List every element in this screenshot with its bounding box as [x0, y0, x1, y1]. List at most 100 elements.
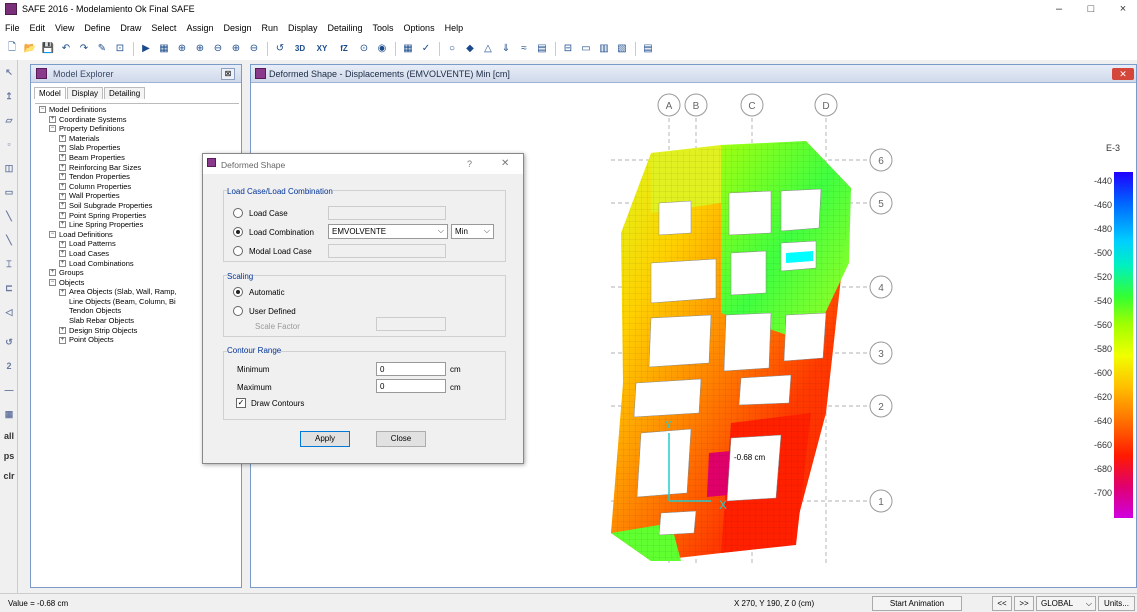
table2-icon[interactable]: ▤	[640, 40, 656, 57]
zoom-window-icon[interactable]: ⊕	[228, 40, 244, 57]
expand-icon[interactable]: +	[59, 202, 66, 210]
collapse-icon[interactable]: −	[49, 125, 56, 133]
automatic-radio[interactable]	[233, 287, 243, 297]
minimum-input[interactable]: 0	[376, 362, 446, 376]
view-3d-button[interactable]: 3D	[290, 40, 310, 57]
collapse-icon[interactable]: −	[49, 231, 56, 239]
coordinate-system-select[interactable]: GLOBAL ⌵	[1036, 596, 1096, 611]
expand-icon[interactable]: +	[49, 269, 56, 277]
triangle-icon[interactable]: △	[480, 40, 496, 57]
view-xy-button[interactable]: XY	[312, 40, 332, 57]
pin-icon[interactable]: ↥	[0, 84, 18, 108]
chart-icon[interactable]: ▥	[596, 40, 612, 57]
next-button[interactable]: >>	[1014, 596, 1034, 611]
apply-button[interactable]: Apply	[300, 431, 350, 447]
new-file-icon[interactable]: 🗋	[4, 40, 20, 57]
diag-icon[interactable]: ╲	[0, 228, 18, 252]
menu-assign[interactable]: Assign	[181, 19, 218, 37]
chart2-icon[interactable]: ▧	[614, 40, 630, 57]
tree-node[interactable]: + Materials	[35, 134, 239, 144]
refresh-icon[interactable]: ↺	[0, 330, 18, 354]
dash-icon[interactable]: —	[0, 378, 18, 402]
node-icon[interactable]: ◫	[0, 156, 18, 180]
tab-detailing[interactable]: Detailing	[104, 87, 146, 99]
zoom-prev-icon[interactable]: ⊖	[246, 40, 262, 57]
display-close-button[interactable]: ✕	[1112, 68, 1134, 80]
expand-icon[interactable]: +	[59, 250, 66, 258]
tree-node[interactable]: + Coordinate Systems	[35, 115, 239, 125]
view-fz-button[interactable]: fZ	[334, 40, 354, 57]
sheet-icon[interactable]: ▭	[0, 180, 18, 204]
tab-model[interactable]: Model	[34, 87, 66, 99]
zoom-out-icon[interactable]: ⊖	[210, 40, 226, 57]
stiff-icon[interactable]: ≈	[516, 40, 532, 57]
select-ps-button[interactable]: ps	[0, 446, 18, 466]
expand-icon[interactable]: +	[59, 154, 66, 162]
menu-define[interactable]: Define	[79, 19, 115, 37]
min-max-select[interactable]: Min ⌵	[451, 224, 494, 239]
redo-icon[interactable]: ↷	[76, 40, 92, 57]
expand-icon[interactable]: +	[49, 115, 56, 123]
explorer-close-button[interactable]: ⊠	[221, 68, 235, 80]
perspective-icon[interactable]: ⊙	[356, 40, 372, 57]
expand-icon[interactable]: +	[59, 192, 66, 200]
select-all-button[interactable]: all	[0, 426, 18, 446]
expand-icon[interactable]: +	[59, 288, 66, 296]
refresh-icon[interactable]: ↺	[272, 40, 288, 57]
line-icon[interactable]: ╲	[0, 204, 18, 228]
tree-node[interactable]: + Slab Properties	[35, 143, 239, 153]
maximize-button[interactable]: □	[1078, 2, 1104, 17]
shape-icon[interactable]: ◆	[462, 40, 478, 57]
expand-icon[interactable]: +	[59, 173, 66, 181]
column-icon[interactable]: ⌶	[0, 252, 18, 276]
tree-node[interactable]: − Property Definitions	[35, 124, 239, 134]
expand-icon[interactable]: +	[59, 183, 66, 191]
maximum-input[interactable]: 0	[376, 379, 446, 393]
expand-icon[interactable]: +	[59, 336, 66, 344]
zoom-in-icon[interactable]: ⊕	[192, 40, 208, 57]
zoom-icon[interactable]: ⊕	[174, 40, 190, 57]
user-defined-radio[interactable]	[233, 306, 243, 316]
display-icon[interactable]: ⊟	[560, 40, 576, 57]
menu-help[interactable]: Help	[440, 19, 469, 37]
close-dialog-button[interactable]: Close	[376, 431, 426, 447]
run-icon[interactable]: ▶	[138, 40, 154, 57]
minimize-button[interactable]: –	[1046, 2, 1072, 17]
expand-icon[interactable]: +	[59, 326, 66, 334]
collapse-icon[interactable]: −	[39, 106, 46, 114]
expand-icon[interactable]: +	[59, 163, 66, 171]
wall-icon[interactable]: ⊏	[0, 276, 18, 300]
menu-file[interactable]: File	[0, 19, 25, 37]
expand-icon[interactable]: +	[59, 240, 66, 248]
pencil-icon[interactable]: ✎	[94, 40, 110, 57]
2-label[interactable]: 2	[0, 354, 18, 378]
expand-icon[interactable]: +	[59, 221, 66, 229]
dialog-close-button[interactable]: ✕	[501, 158, 509, 169]
load-combination-radio[interactable]	[233, 227, 243, 237]
eye-icon[interactable]: ◉	[374, 40, 390, 57]
undo-icon[interactable]: ↶	[58, 40, 74, 57]
load-icon[interactable]: ⇓	[498, 40, 514, 57]
draw-contours-checkbox[interactable]: ✓	[236, 398, 246, 408]
check-icon[interactable]: ✓	[418, 40, 434, 57]
circle-icon[interactable]: ○	[444, 40, 460, 57]
close-button[interactable]: ×	[1110, 2, 1136, 17]
expand-icon[interactable]: +	[59, 211, 66, 219]
previous-button[interactable]: <<	[992, 596, 1012, 611]
collapse-icon[interactable]: −	[49, 278, 56, 286]
menu-view[interactable]: View	[50, 19, 79, 37]
menu-options[interactable]: Options	[399, 19, 440, 37]
menu-select[interactable]: Select	[146, 19, 181, 37]
zoom-fit-icon[interactable]: ▭	[578, 40, 594, 57]
lock-icon[interactable]: ⊡	[112, 40, 128, 57]
load-combination-select[interactable]: EMVOLVENTE ⌵	[328, 224, 448, 239]
menu-tools[interactable]: Tools	[368, 19, 399, 37]
beam-icon[interactable]: ◁	[0, 300, 18, 324]
select-clr-button[interactable]: clr	[0, 466, 18, 486]
menu-edit[interactable]: Edit	[25, 19, 51, 37]
expand-icon[interactable]: +	[59, 259, 66, 267]
grid-icon[interactable]: ▦	[0, 402, 18, 426]
load-case-radio[interactable]	[233, 208, 243, 218]
grid-icon[interactable]: ▦	[400, 40, 416, 57]
pan-icon[interactable]: ▦	[156, 40, 172, 57]
